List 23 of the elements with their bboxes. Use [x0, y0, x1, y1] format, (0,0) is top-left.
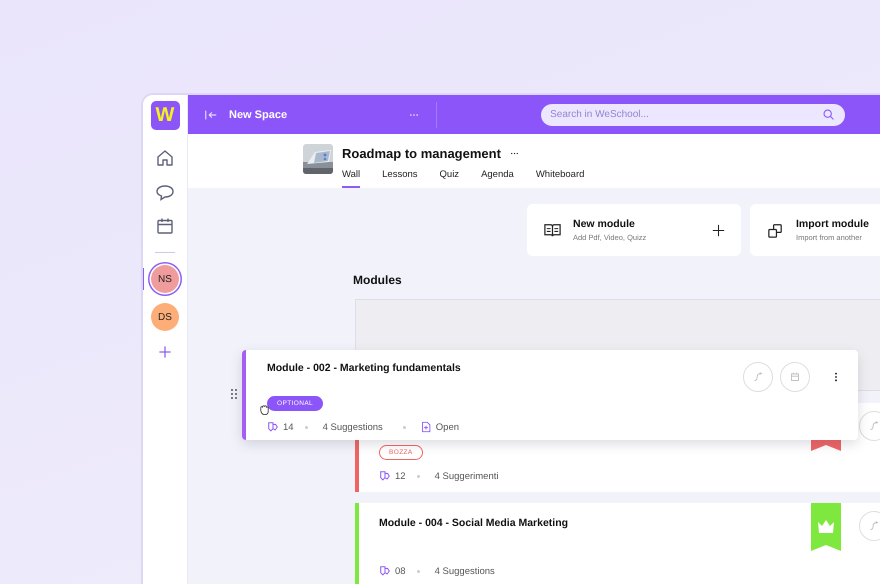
- module-title: Module - 004 - Social Media Marketing: [379, 517, 568, 531]
- space-avatar[interactable]: NS: [151, 265, 179, 293]
- space-name: New Space: [229, 108, 288, 120]
- comment-count: 12: [395, 470, 406, 482]
- section-heading: Modules: [353, 273, 403, 287]
- tab[interactable]: Quiz: [440, 169, 460, 188]
- search-field[interactable]: Search in WeSchool...: [541, 104, 846, 126]
- space-avatar[interactable]: DS: [151, 303, 179, 331]
- module-card[interactable]: Module - 004 - Social Media Marketing 08 4 Suggestions: [355, 503, 880, 584]
- suggestions-link[interactable]: 4 Suggestions: [434, 566, 495, 576]
- tab[interactable]: Lessons: [382, 169, 418, 188]
- app-logo[interactable]: W: [150, 101, 180, 130]
- module-title: Module - 002 - Marketing fundamentals: [267, 362, 461, 376]
- tab[interactable]: Agenda: [481, 169, 514, 188]
- action-title: Import module: [796, 218, 870, 230]
- comment-count: 14: [283, 422, 294, 432]
- open-link[interactable]: Open: [436, 422, 460, 432]
- tab[interactable]: Wall: [342, 169, 360, 188]
- course-title: Roadmap to management: [342, 146, 501, 161]
- action-title: New module: [573, 218, 636, 230]
- tab[interactable]: Whiteboard: [536, 169, 584, 188]
- suggestions-link[interactable]: 4 Suggerimenti: [434, 470, 498, 482]
- comment-count: 08: [395, 566, 406, 576]
